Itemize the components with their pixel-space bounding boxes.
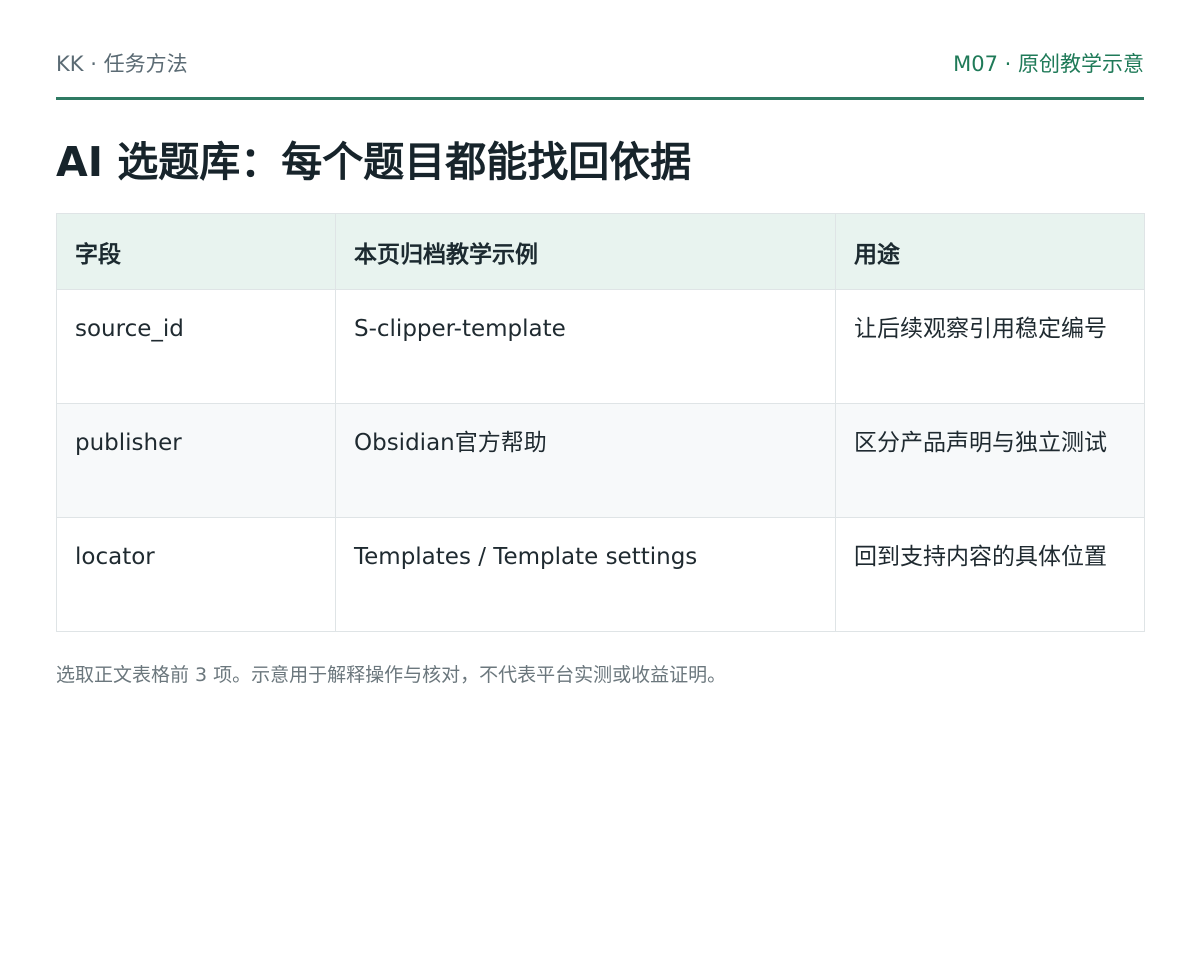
table-cell: 让后续观察引用稳定编号 [835,289,1145,404]
table-cell: publisher [56,403,336,518]
table-row: source_id S-clipper-template 让后续观察引用稳定编号 [56,289,1145,404]
table-header-row: 字段 本页归档教学示例 用途 [56,213,1145,290]
table-cell: S-clipper-template [335,289,836,404]
table-cell: Templates / Template settings [335,517,836,632]
table-cell: locator [56,517,336,632]
table-row: publisher Obsidian官方帮助 区分产品声明与独立测试 [56,403,1145,518]
table-cell: source_id [56,289,336,404]
module-label: M07 · 原创教学示意 [953,52,1144,76]
brand-label: KK · 任务方法 [56,52,188,76]
page: KK · 任务方法 M07 · 原创教学示意 AI 选题库：每个题目都能找回依据… [56,0,1145,687]
fields-table: 字段 本页归档教学示例 用途 source_id S-clipper-templ… [56,213,1145,632]
header-divider [56,97,1144,100]
footnote: 选取正文表格前 3 项。示意用于解释操作与核对，不代表平台实测或收益证明。 [56,664,727,686]
page-title: AI 选题库：每个题目都能找回依据 [56,138,692,186]
table-row: locator Templates / Template settings 回到… [56,517,1145,632]
top-bar: KK · 任务方法 M07 · 原创教学示意 [56,48,1144,78]
table-cell: 回到支持内容的具体位置 [835,517,1145,632]
table-cell: 区分产品声明与独立测试 [835,403,1145,518]
table-cell: Obsidian官方帮助 [335,403,836,518]
column-header-field: 字段 [56,213,336,290]
column-header-example: 本页归档教学示例 [335,213,836,290]
column-header-purpose: 用途 [835,213,1145,290]
